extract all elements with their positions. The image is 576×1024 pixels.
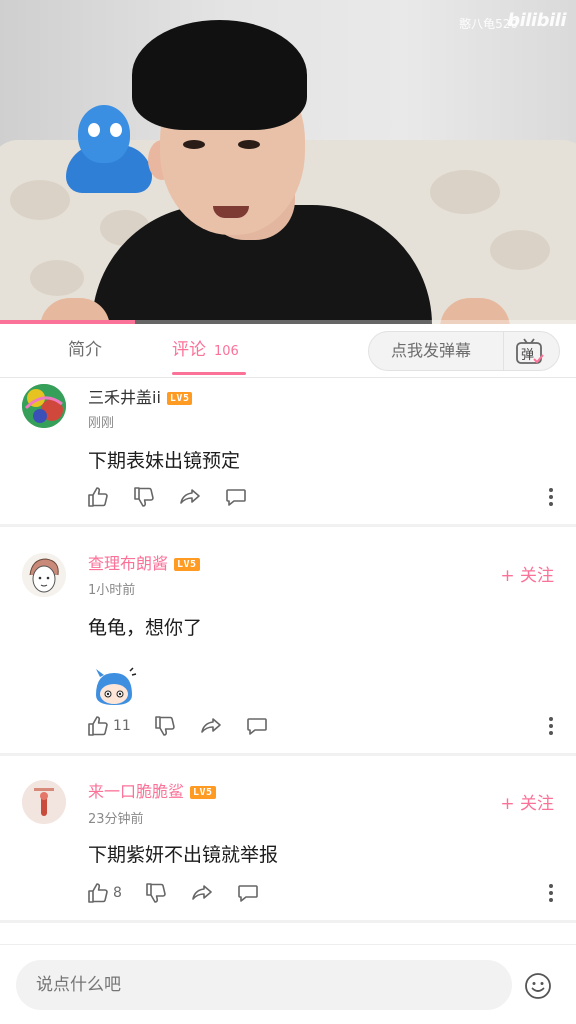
more-options-icon[interactable] <box>548 488 554 508</box>
thumbs-down-icon <box>155 716 175 736</box>
danmaku-send-box[interactable]: 点我发弹幕 弹 <box>368 331 560 371</box>
more-options-icon[interactable] <box>548 884 554 904</box>
emoji-icon[interactable] <box>524 972 552 1000</box>
comment-username[interactable]: 来一口脆脆鲨 LV5 <box>88 778 216 802</box>
comment-username[interactable]: 三禾井盖ii LV5 <box>88 384 193 408</box>
video-person-hair <box>132 20 307 130</box>
thumbs-down-icon <box>134 487 154 507</box>
follow-button[interactable]: + 关注 <box>500 789 554 814</box>
level-badge: LV5 <box>190 786 216 799</box>
like-button[interactable]: 11 <box>86 713 131 739</box>
plush-toy <box>60 105 155 195</box>
reply-button[interactable] <box>224 484 248 510</box>
like-button[interactable]: 8 <box>86 880 122 906</box>
tab-comments-label: 评论 <box>172 340 206 360</box>
video-player[interactable]: 憨八龟520 bilibili <box>0 0 576 324</box>
tab-comments[interactable]: 评论 106 <box>172 324 239 378</box>
comment-bubble-icon <box>247 718 267 735</box>
comment-bubble-icon <box>226 489 246 506</box>
bilibili-logo: bilibili <box>507 10 566 31</box>
sticker-image <box>96 667 137 705</box>
comment-bubble-icon <box>238 885 258 902</box>
like-count: 8 <box>113 885 122 901</box>
share-button[interactable] <box>178 484 202 510</box>
danmaku-icon-glyph: 弹 <box>521 348 534 363</box>
reply-button[interactable] <box>245 713 269 739</box>
tab-intro[interactable]: 简介 <box>68 324 102 378</box>
danmaku-toggle-icon[interactable]: 弹 <box>515 338 545 366</box>
comment-text: 龟龟，想你了 <box>88 617 203 639</box>
comment-input-bar <box>0 944 576 1024</box>
more-options-icon[interactable] <box>548 717 554 737</box>
comment-username[interactable]: 查理布朗酱 LV5 <box>88 550 200 574</box>
follow-button[interactable]: + 关注 <box>500 561 554 586</box>
share-icon <box>180 489 200 504</box>
comment-divider <box>0 920 576 923</box>
comment-time: 1小时前 <box>88 583 136 598</box>
comment-item: 查理布朗酱 LV5 1小时前 + 关注 龟龟，想你了 11 <box>0 527 576 753</box>
like-button[interactable] <box>86 484 110 510</box>
thumbs-up-icon <box>88 487 108 507</box>
comment-item: 三禾井盖ii LV5 刚刚 下期表妹出镜预定 <box>0 378 576 524</box>
comment-count: 106 <box>214 344 239 359</box>
comment-time: 23分钟前 <box>88 812 144 827</box>
reply-button[interactable] <box>236 880 260 906</box>
share-icon <box>201 718 221 733</box>
dislike-button[interactable] <box>153 713 177 739</box>
dislike-button[interactable] <box>144 880 168 906</box>
comment-input[interactable] <box>16 960 512 1010</box>
comment-item: 来一口脆脆鲨 LV5 23分钟前 + 关注 下期紫妍不出镜就举报 8 <box>0 756 576 920</box>
comment-time: 刚刚 <box>88 416 115 431</box>
level-badge: LV5 <box>166 392 193 405</box>
comment-actions: 11 <box>86 713 291 739</box>
danmaku-placeholder: 点我发弹幕 <box>391 341 472 360</box>
avatar[interactable] <box>22 780 66 824</box>
comment-actions: 8 <box>86 880 282 906</box>
level-badge: LV5 <box>174 558 200 571</box>
share-button[interactable] <box>190 880 214 906</box>
dislike-button[interactable] <box>132 484 156 510</box>
thumbs-up-icon <box>88 716 108 736</box>
share-icon <box>192 885 212 900</box>
comment-text: 下期紫妍不出镜就举报 <box>88 844 279 866</box>
comment-actions <box>86 484 270 510</box>
avatar[interactable] <box>22 384 66 428</box>
tab-active-indicator <box>172 372 246 375</box>
avatar[interactable] <box>22 553 66 597</box>
thumbs-up-icon <box>88 883 108 903</box>
comment-text: 下期表妹出镜预定 <box>88 450 241 472</box>
thumbs-down-icon <box>146 883 166 903</box>
like-count: 11 <box>113 718 131 734</box>
share-button[interactable] <box>199 713 223 739</box>
